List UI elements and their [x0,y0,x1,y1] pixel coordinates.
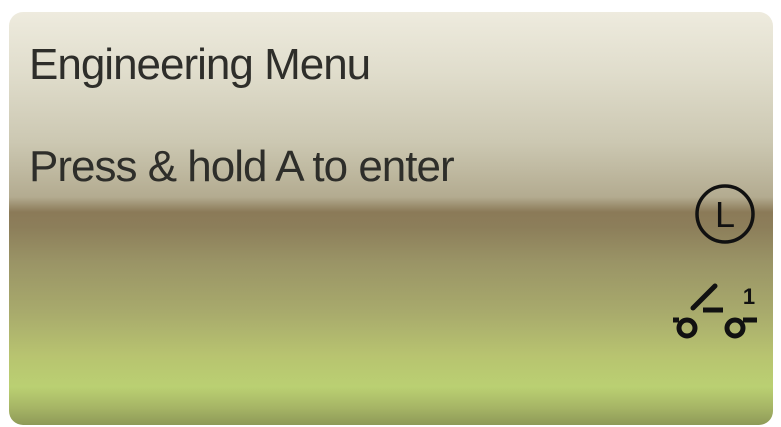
mode-letter: L [715,194,735,235]
lcd-display-screen: Engineering Menu Press & hold A to enter… [9,12,773,425]
menu-title: Engineering Menu [29,40,371,89]
circled-letter-icon: L [695,184,755,244]
status-icons: L 1 [673,182,759,342]
enter-instruction: Press & hold A to enter [29,142,455,191]
switch-contact-icon: 1 [673,283,757,339]
switch-number: 1 [743,284,755,309]
